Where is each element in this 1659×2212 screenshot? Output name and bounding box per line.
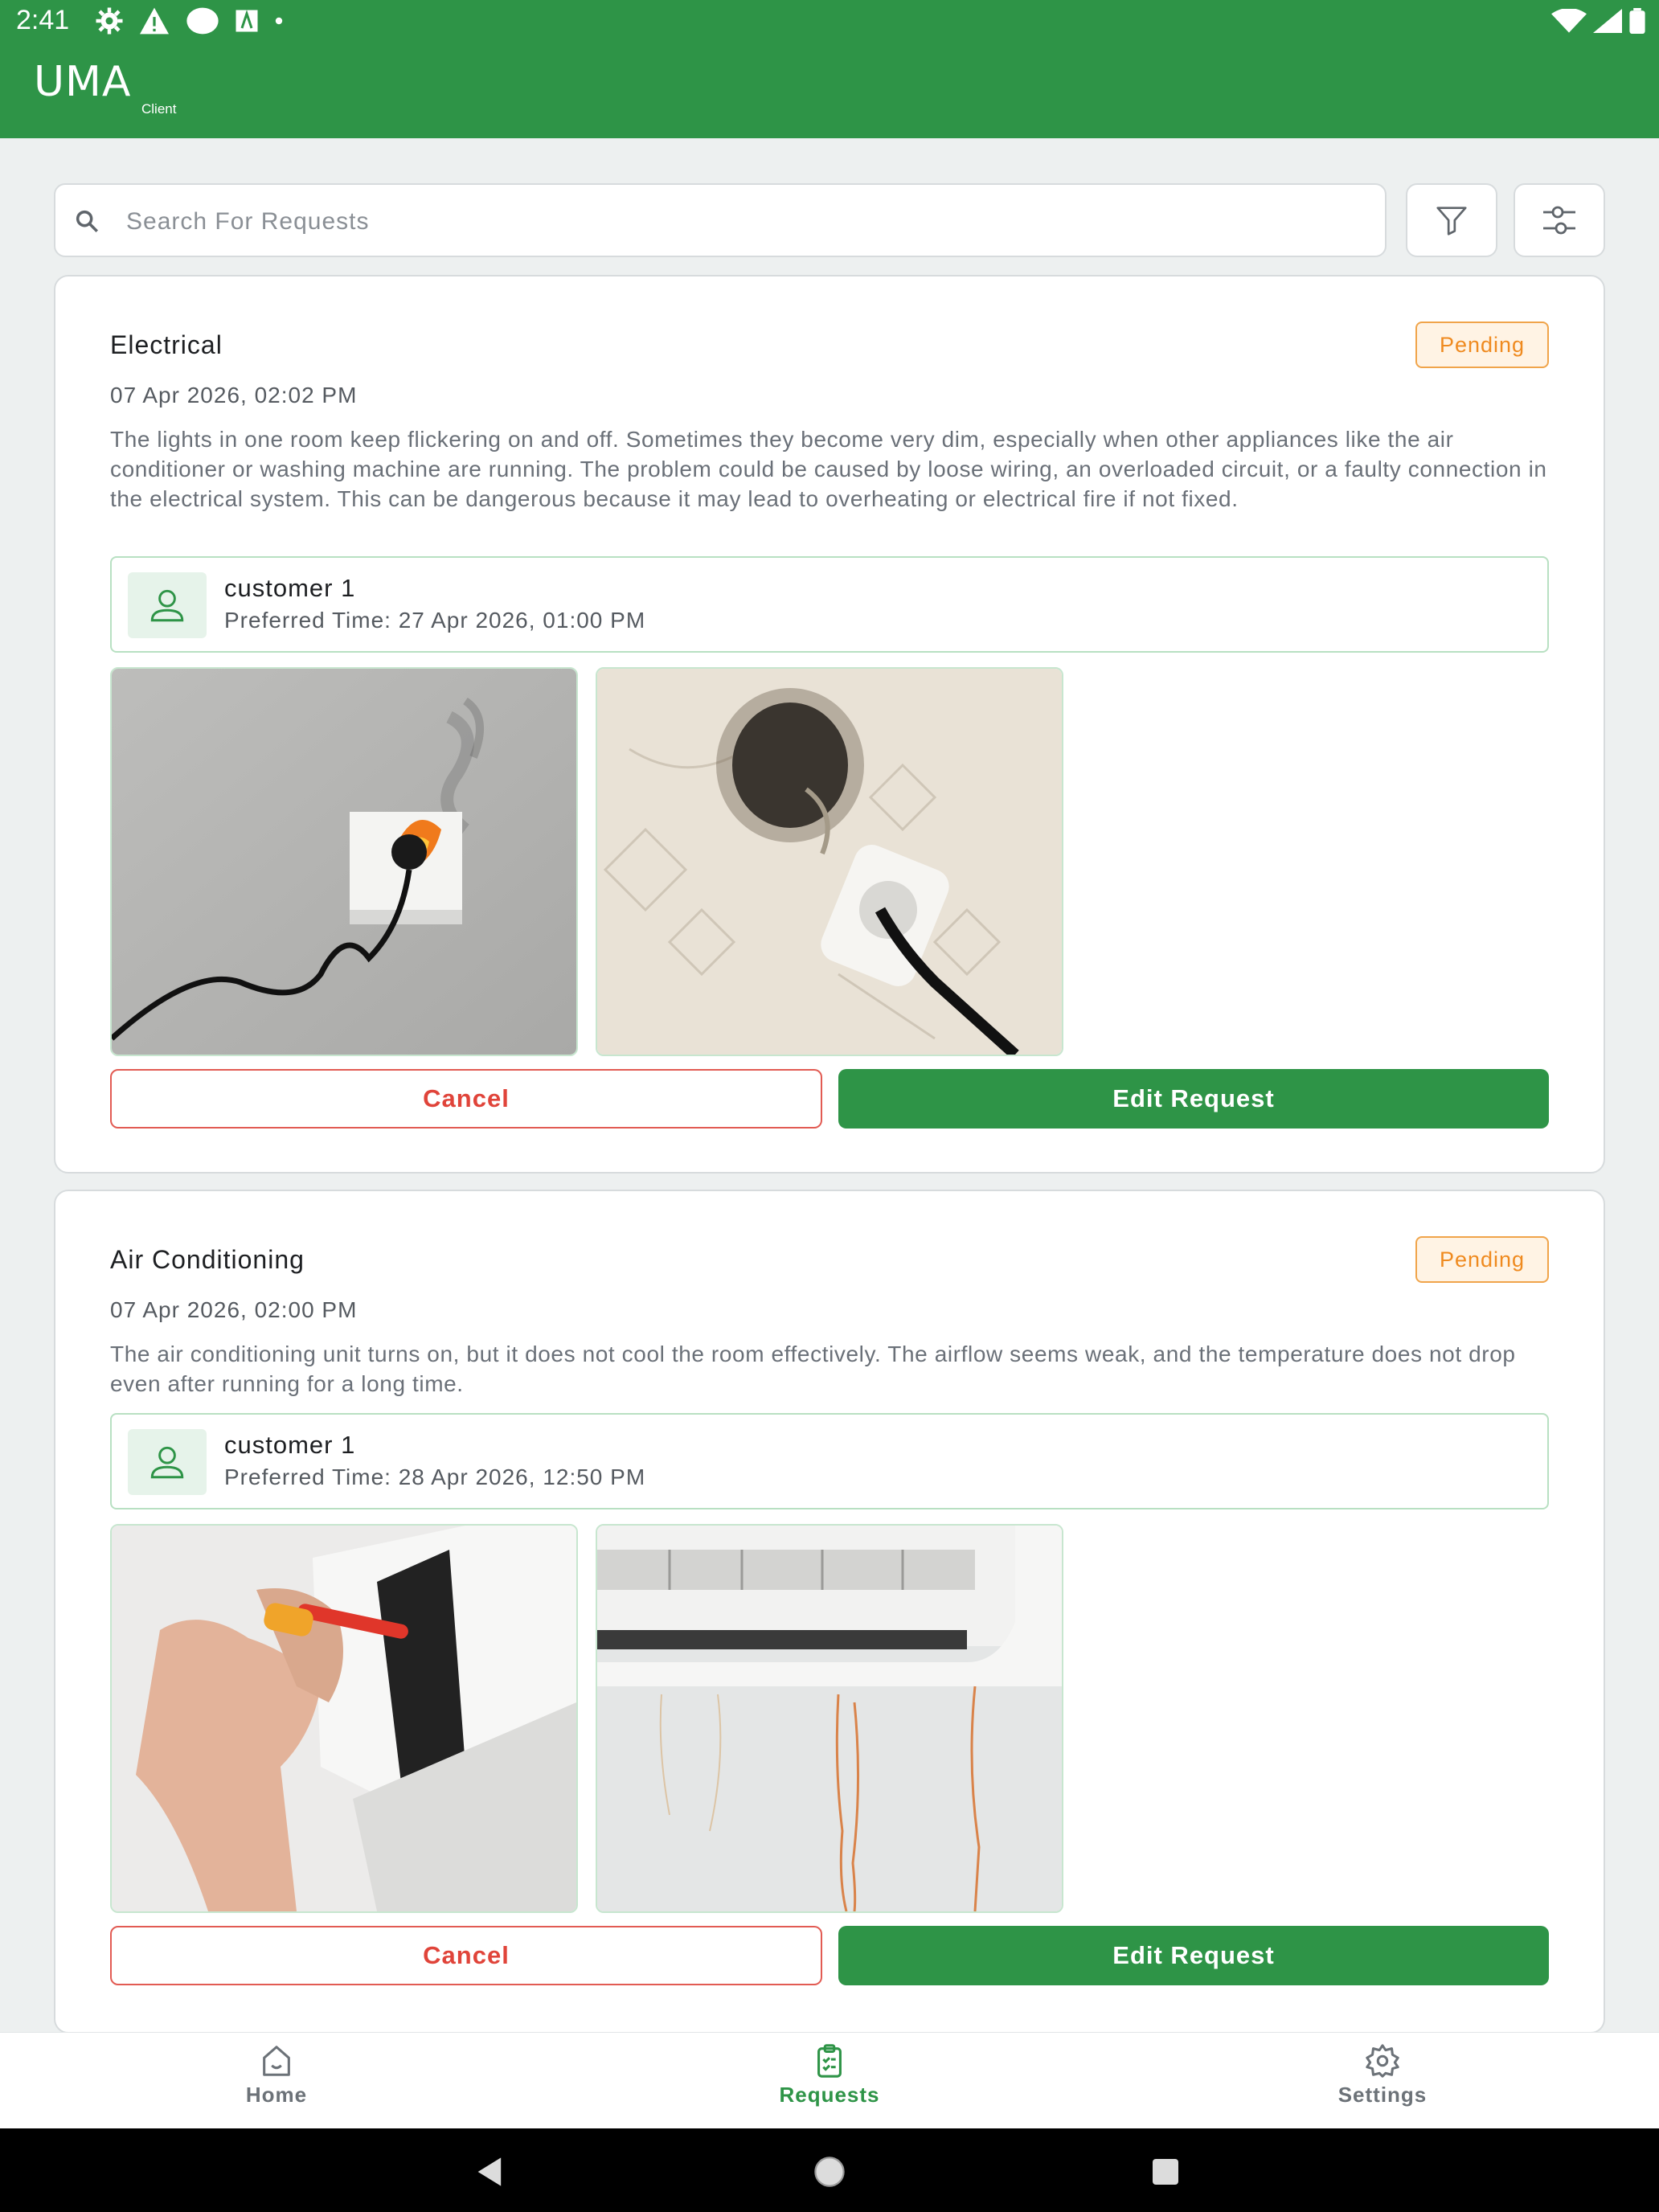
customer-name: customer 1 xyxy=(224,574,356,602)
status-bar: 2:41 xyxy=(0,0,1659,42)
bottom-nav: Home Requests Settings xyxy=(0,2032,1659,2129)
request-photo[interactable] xyxy=(596,667,1063,1056)
status-icons-right xyxy=(1551,8,1646,34)
avatar xyxy=(128,572,207,638)
clipboard-icon xyxy=(817,2044,842,2078)
dot-icon xyxy=(275,17,283,25)
status-badge: Pending xyxy=(1415,1236,1549,1283)
leaking-ac-image xyxy=(597,1526,1062,1911)
customer-name: customer 1 xyxy=(224,1431,356,1459)
circle-icon xyxy=(186,7,219,35)
search-bar[interactable] xyxy=(54,183,1387,257)
burning-outlet-image xyxy=(112,669,576,1055)
nav-label: Home xyxy=(245,2083,308,2107)
request-title: Electrical xyxy=(110,330,223,359)
a-box-icon xyxy=(236,10,258,32)
status-time: 2:41 xyxy=(16,5,70,35)
edit-request-button[interactable]: Edit Request xyxy=(838,1926,1549,1985)
sliders-icon xyxy=(1543,206,1575,235)
search-input[interactable] xyxy=(125,201,1333,243)
request-card[interactable]: Air Conditioning Pending 07 Apr 2026, 02… xyxy=(54,1190,1605,2034)
status-icons-left xyxy=(95,6,285,35)
signal-icon xyxy=(1593,9,1622,33)
nav-item-settings[interactable]: Settings xyxy=(1262,2042,1503,2123)
request-description: The air conditioning unit turns on, but … xyxy=(110,1342,1516,1396)
home-circle-icon[interactable] xyxy=(812,2154,847,2189)
wifi-icon xyxy=(1551,9,1587,33)
request-photo[interactable] xyxy=(110,667,578,1056)
avatar xyxy=(128,1429,207,1495)
preferred-time: Preferred Time: 28 Apr 2026, 12:50 PM xyxy=(224,1464,646,1489)
request-title: Air Conditioning xyxy=(110,1245,305,1274)
back-icon[interactable] xyxy=(473,2154,508,2189)
request-card[interactable]: Electrical Pending 07 Apr 2026, 02:02 PM… xyxy=(54,275,1605,1174)
request-description: The lights in one room keep flickering o… xyxy=(110,427,1547,511)
ac-repair-image xyxy=(112,1526,576,1911)
app-logo-sub: Client xyxy=(141,101,177,117)
request-date: 07 Apr 2026, 02:02 PM xyxy=(110,383,358,408)
filter-icon xyxy=(1436,207,1467,236)
customer-info: customer 1 Preferred Time: 27 Apr 2026, … xyxy=(110,556,1549,653)
battery-icon xyxy=(1629,8,1645,34)
burnt-socket-image xyxy=(597,669,1062,1055)
warning-icon xyxy=(140,7,169,35)
request-photo[interactable] xyxy=(596,1524,1063,1913)
edit-request-button[interactable]: Edit Request xyxy=(838,1069,1549,1129)
app-logo: UMA xyxy=(34,58,132,106)
preferred-time: Preferred Time: 27 Apr 2026, 01:00 PM xyxy=(224,608,646,633)
home-icon xyxy=(263,2046,290,2076)
adjust-button[interactable] xyxy=(1514,183,1605,257)
app-header: UMA Client xyxy=(0,42,1659,138)
gear-icon xyxy=(1366,2044,1399,2078)
filter-button[interactable] xyxy=(1406,183,1497,257)
customer-info: customer 1 Preferred Time: 28 Apr 2026, … xyxy=(110,1413,1549,1509)
recents-icon[interactable] xyxy=(1149,2156,1182,2188)
search-icon xyxy=(76,210,99,233)
nav-item-home[interactable]: Home xyxy=(156,2042,397,2123)
nav-label: Requests xyxy=(779,2083,880,2107)
cancel-button[interactable]: Cancel xyxy=(110,1069,822,1129)
request-photo[interactable] xyxy=(110,1524,578,1913)
gear-icon xyxy=(96,7,123,35)
status-badge: Pending xyxy=(1415,322,1549,368)
request-date: 07 Apr 2026, 02:00 PM xyxy=(110,1297,358,1322)
user-icon xyxy=(150,589,184,622)
user-icon xyxy=(150,1446,184,1479)
nav-label: Settings xyxy=(1337,2083,1428,2107)
cancel-button[interactable]: Cancel xyxy=(110,1926,822,1985)
system-nav-bar xyxy=(0,2128,1659,2212)
nav-item-requests[interactable]: Requests xyxy=(709,2042,950,2123)
